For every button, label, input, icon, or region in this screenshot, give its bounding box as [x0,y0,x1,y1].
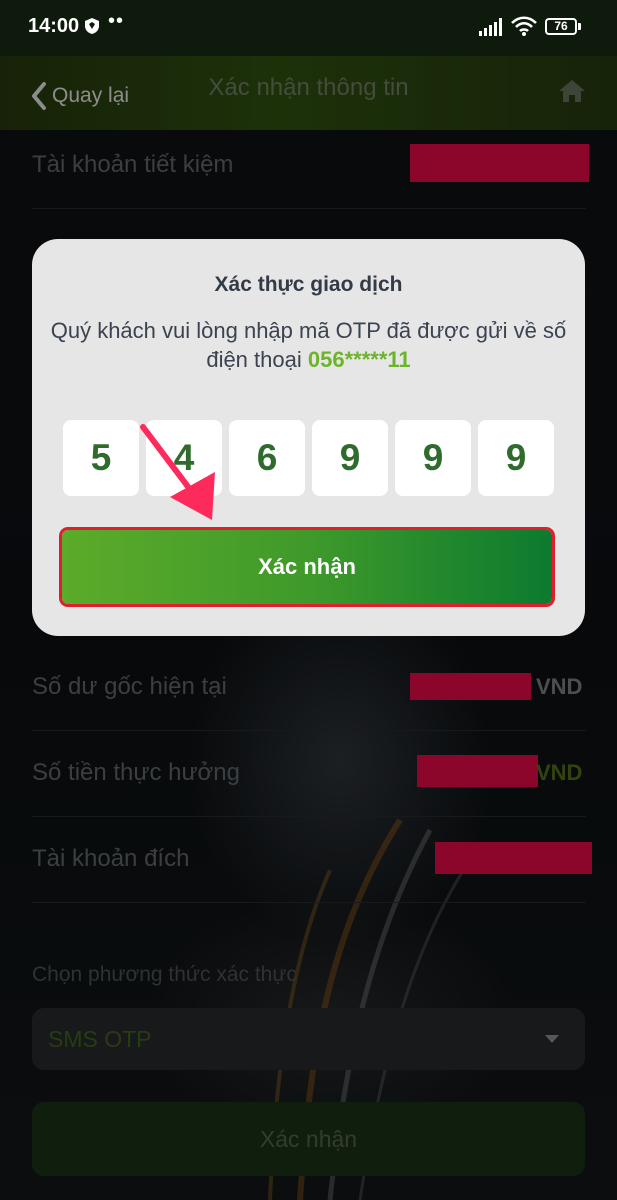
otp-digit-4[interactable]: 9 [312,420,388,496]
battery-icon: 76 [545,18,577,35]
status-bar: 14:00 •• 76 [0,0,617,56]
otp-digit-1[interactable]: 5 [63,420,139,496]
wifi-icon [511,16,537,36]
otp-digit-6[interactable]: 9 [478,420,554,496]
notification-dots: •• [108,10,125,32]
battery-cap [578,23,581,30]
confirm-button[interactable]: Xác nhận [59,527,555,607]
otp-digit-2[interactable]: 4 [146,420,222,496]
battery-level: 76 [554,19,568,33]
status-time: 14:00 [28,15,80,37]
signal-icon [479,18,502,36]
dialog-message: Quý khách vui lòng nhập mã OTP đã được g… [46,316,571,374]
otp-digit-5[interactable]: 9 [395,420,471,496]
otp-digit-3[interactable]: 6 [229,420,305,496]
dialog-title: Xác thực giao dịch [214,273,403,296]
confirm-label: Xác nhận [258,554,356,579]
shield-icon [85,18,99,34]
screen: 14:00 •• 76 Xác nhận thông tin Quay lại … [0,0,617,1200]
otp-dialog: Xác thực giao dịch Quý khách vui lòng nh… [32,239,585,636]
phone-number: 056*****11 [307,347,411,372]
